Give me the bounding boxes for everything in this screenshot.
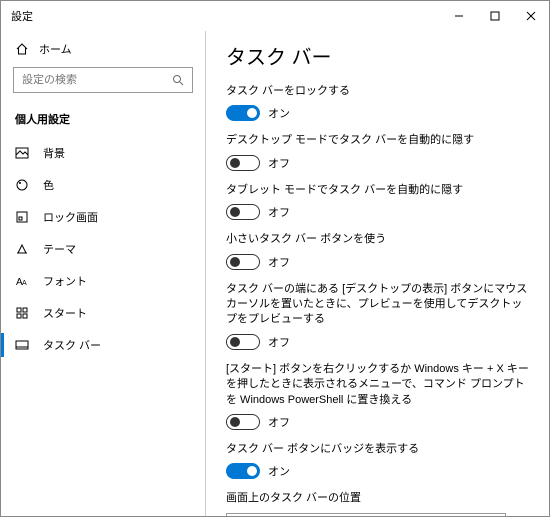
position-label: 画面上のタスク バーの位置	[226, 491, 529, 506]
setting-label: タスク バーの端にある [デスクトップの表示] ボタンにマウス カーソルを置いた…	[226, 282, 529, 328]
sidebar-item-start[interactable]: スタート	[1, 297, 205, 329]
start-icon	[15, 306, 29, 320]
sidebar-item-taskbar[interactable]: タスク バー	[1, 329, 205, 361]
sidebar-item-label: 背景	[43, 145, 65, 161]
setting-label: 小さいタスク バー ボタンを使う	[226, 232, 529, 247]
toggle-switch[interactable]	[226, 155, 260, 171]
palette-icon	[15, 178, 29, 192]
window-title: 設定	[11, 8, 33, 24]
close-button[interactable]	[513, 1, 549, 31]
main-content: タスク バー タスク バーをロックするオンデスクトップ モードでタスク バーを自…	[206, 31, 549, 516]
toggle-state-text: オン	[268, 105, 290, 121]
sidebar-item-label: フォント	[43, 273, 87, 289]
window-controls	[441, 1, 549, 31]
setting-label: [スタート] ボタンを右クリックするか Windows キー + X キーを押し…	[226, 362, 529, 408]
svg-text:A: A	[22, 280, 27, 287]
toggle-state-text: オン	[268, 463, 290, 479]
sidebar-item-label: タスク バー	[43, 337, 101, 353]
home-link[interactable]: ホーム	[1, 35, 205, 67]
toggle-switch[interactable]	[226, 463, 260, 479]
titlebar: 設定	[1, 1, 549, 31]
minimize-button[interactable]	[441, 1, 477, 31]
setting-label: デスクトップ モードでタスク バーを自動的に隠す	[226, 133, 529, 148]
toggle-state-text: オフ	[268, 204, 290, 220]
sidebar-item-fonts[interactable]: AA フォント	[1, 265, 205, 297]
home-icon	[15, 42, 29, 56]
toggle-switch[interactable]	[226, 204, 260, 220]
home-label: ホーム	[39, 41, 72, 57]
font-icon: AA	[15, 274, 29, 288]
sidebar: ホーム 個人用設定 背景 色 ロック画面 テーマ AA フォント ス	[1, 31, 206, 516]
sidebar-item-lockscreen[interactable]: ロック画面	[1, 201, 205, 233]
sidebar-item-label: スタート	[43, 305, 87, 321]
lockscreen-icon	[15, 210, 29, 224]
page-title: タスク バー	[226, 41, 529, 70]
search-icon	[172, 74, 184, 86]
setting-label: タスク バー ボタンにバッジを表示する	[226, 442, 529, 457]
toggle-state-text: オフ	[268, 414, 290, 430]
toggle-switch[interactable]	[226, 414, 260, 430]
toggle-switch[interactable]	[226, 105, 260, 121]
theme-icon	[15, 242, 29, 256]
sidebar-item-label: テーマ	[43, 241, 76, 257]
picture-icon	[15, 146, 29, 160]
search-input[interactable]	[22, 74, 172, 86]
setting-label: タブレット モードでタスク バーを自動的に隠す	[226, 183, 529, 198]
sidebar-item-label: ロック画面	[43, 209, 98, 225]
sidebar-item-themes[interactable]: テーマ	[1, 233, 205, 265]
toggle-state-text: オフ	[268, 155, 290, 171]
sidebar-item-background[interactable]: 背景	[1, 137, 205, 169]
toggle-switch[interactable]	[226, 334, 260, 350]
setting-label: タスク バーをロックする	[226, 84, 529, 99]
sidebar-item-label: 色	[43, 177, 54, 193]
maximize-button[interactable]	[477, 1, 513, 31]
taskbar-icon	[15, 338, 29, 352]
search-box[interactable]	[13, 67, 193, 93]
toggle-switch[interactable]	[226, 254, 260, 270]
toggle-state-text: オフ	[268, 334, 290, 350]
position-select[interactable]: 下	[226, 513, 506, 516]
section-title: 個人用設定	[1, 107, 205, 137]
toggle-state-text: オフ	[268, 254, 290, 270]
sidebar-item-colors[interactable]: 色	[1, 169, 205, 201]
